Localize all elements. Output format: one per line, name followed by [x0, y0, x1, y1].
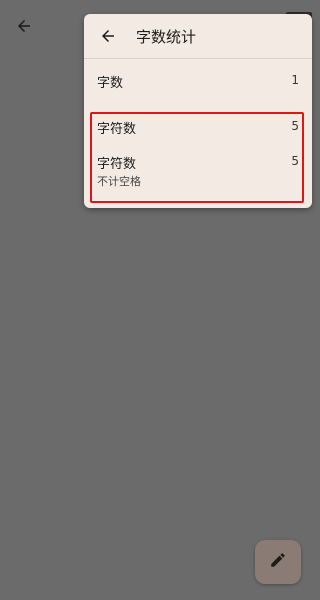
edit-fab[interactable]	[255, 540, 301, 584]
back-arrow-icon[interactable]	[10, 12, 38, 40]
pencil-icon	[269, 551, 287, 573]
dialog-header: 字数统计	[84, 14, 312, 59]
dialog-back-icon[interactable]	[94, 22, 122, 50]
row-label: 字数	[97, 76, 124, 91]
highlight-box	[90, 112, 304, 203]
row-value: 1	[291, 73, 299, 87]
dialog-title: 字数统计	[136, 27, 197, 46]
word-count-row: 字数 1	[84, 72, 312, 102]
